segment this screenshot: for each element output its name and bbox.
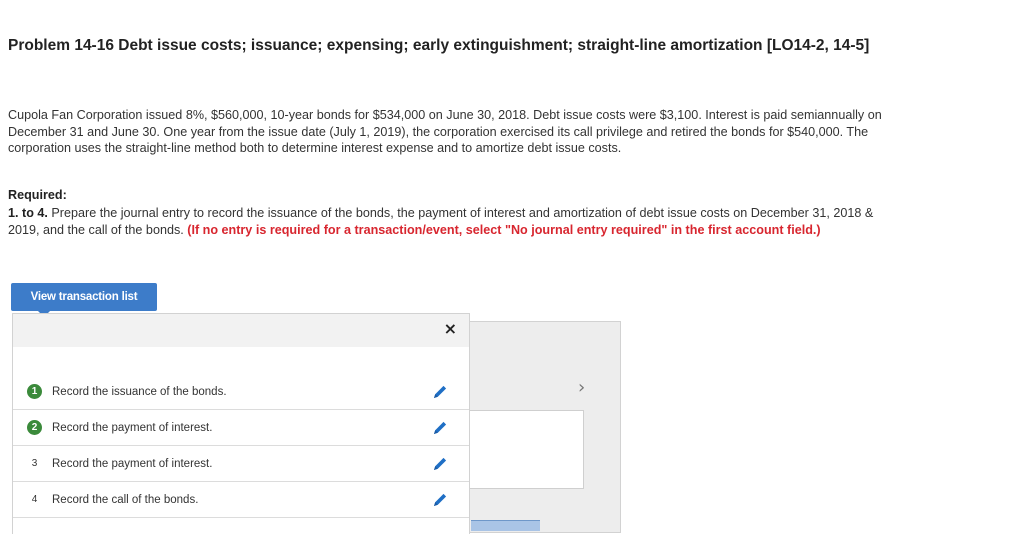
required-label: Required: [8,188,67,202]
transaction-label: Record the payment of interest. [52,457,213,470]
transaction-row[interactable]: 2 Record the payment of interest. [13,410,469,446]
problem-statement: Cupola Fan Corporation issued 8%, $560,0… [8,108,882,155]
transaction-label: Record the payment of interest. [52,421,213,434]
next-chevron-icon[interactable]: › [578,377,585,398]
record-entry-tab[interactable] [471,520,540,531]
required-instructions: 1. to 4. Prepare the journal entry to re… [8,205,888,238]
transaction-number-badge: 2 [27,420,42,435]
transaction-list-popup: × 1 Record the issuance of the bonds. 2 … [12,313,470,534]
view-transaction-list-button[interactable]: View transaction list [11,283,157,317]
transaction-number-badge: 4 [31,494,38,505]
transaction-number-badge: 1 [27,384,42,399]
required-note: (If no entry is required for a transacti… [187,222,821,237]
problem-title: Problem 14-16 Debt issue costs; issuance… [8,37,870,54]
popup-header: × [13,314,469,347]
transaction-row[interactable]: 1 Record the issuance of the bonds. [13,374,469,410]
transaction-row[interactable]: 4 Record the call of the bonds. [13,482,469,518]
edit-pencil-icon[interactable] [431,419,449,437]
close-icon[interactable]: × [444,319,457,338]
edit-pencil-icon[interactable] [431,383,449,401]
transaction-row[interactable]: 3 Record the payment of interest. [13,446,469,482]
edit-pencil-icon[interactable] [431,455,449,473]
transaction-label: Record the call of the bonds. [52,493,199,506]
required-item-number: 1. to 4. [8,206,48,220]
transaction-number-badge: 3 [31,458,38,469]
transaction-label: Record the issuance of the bonds. [52,385,227,398]
edit-pencil-icon[interactable] [431,491,449,509]
journal-entry-box [468,410,584,489]
